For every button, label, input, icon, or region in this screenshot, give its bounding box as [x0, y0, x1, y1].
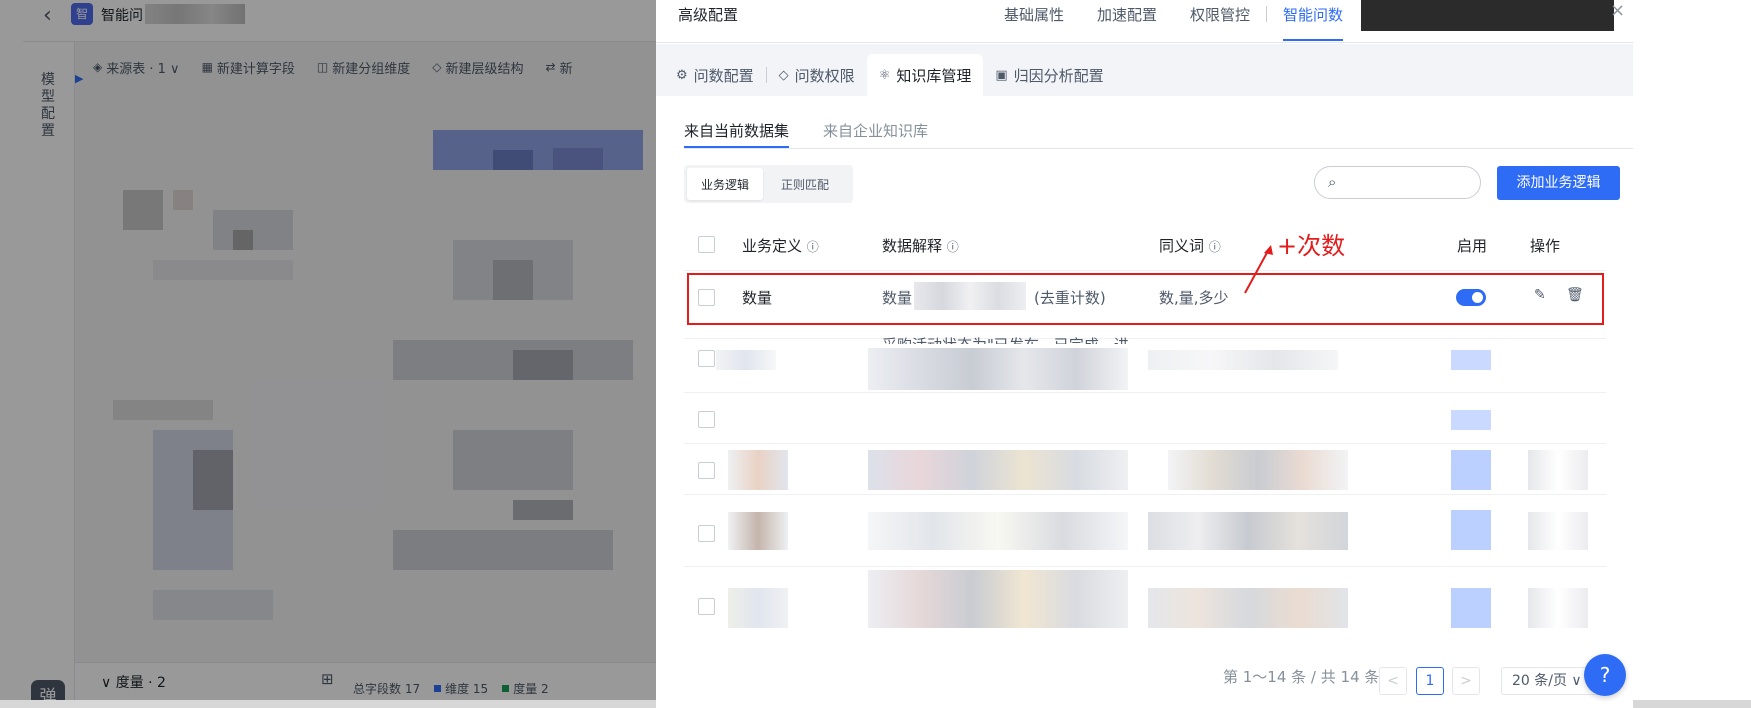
info-icon: ⓘ — [946, 240, 959, 254]
tab-basic-properties[interactable]: 基础属性 — [1004, 4, 1064, 25]
prev-page-button[interactable]: < — [1379, 667, 1407, 695]
redacted-cell — [868, 348, 1128, 390]
col-enabled: 启用 — [1457, 237, 1488, 255]
type-segmented-control: 业务逻辑 正则匹配 — [684, 165, 853, 203]
close-icon[interactable]: × — [1610, 0, 1625, 21]
redacted-toggle — [1451, 588, 1491, 628]
advanced-config-drawer: 高级配置 基础属性 加速配置 权限管控 智能问数 × ⚙ 问数配置 ◇ 问数权限 ⚛… — [656, 0, 1633, 708]
row-divider — [684, 566, 1606, 567]
redacted-cell — [868, 450, 1128, 490]
shield-icon: ◇ — [778, 67, 789, 83]
redacted-actions — [1528, 450, 1588, 490]
segment-regex[interactable]: 正则匹配 — [767, 168, 843, 200]
source-tabs-divider — [684, 148, 1633, 149]
redacted-cell — [868, 570, 1128, 628]
row-divider — [684, 392, 1606, 393]
sub-tab-qa-config[interactable]: ⚙ 问数配置 — [664, 54, 766, 96]
col-actions: 操作 — [1530, 237, 1561, 255]
col-synonyms: 同义词 ⓘ — [1159, 237, 1221, 255]
info-icon: ⓘ — [1208, 240, 1221, 254]
col-definition: 业务定义 ⓘ — [742, 237, 819, 255]
pagination-summary: 第 1～14 条 / 共 14 条 — [1223, 668, 1380, 686]
redacted-toggle — [1451, 450, 1491, 490]
qa-config-icon: ⚙ — [676, 67, 688, 83]
sub-tab-attribution[interactable]: ▣ 归因分析配置 — [983, 54, 1115, 96]
row-divider — [684, 338, 1606, 339]
redacted-actions — [1528, 512, 1588, 550]
sub-tabs: ⚙ 问数配置 ◇ 问数权限 ⚛ 知识库管理 ▣ 归因分析配置 — [664, 54, 1116, 96]
row-divider — [684, 443, 1606, 444]
search-icon: ⌕ — [1328, 173, 1337, 191]
redacted-toggle — [1451, 510, 1491, 550]
redacted-cell — [728, 450, 788, 490]
col-explanation: 数据解释 ⓘ — [882, 237, 959, 255]
select-all-checkbox[interactable] — [698, 236, 715, 253]
tab-current-dataset[interactable]: 来自当前数据集 — [684, 120, 790, 148]
row-checkbox[interactable] — [698, 525, 715, 542]
redacted-region — [1361, 0, 1614, 31]
row-checkbox[interactable] — [698, 350, 715, 367]
tab-smart-query[interactable]: 智能问数 — [1283, 4, 1344, 41]
row-checkbox[interactable] — [698, 411, 715, 428]
redacted-cell — [728, 512, 788, 550]
redacted-actions — [1528, 588, 1588, 628]
redacted-cell — [716, 350, 776, 370]
row-divider — [684, 494, 1606, 495]
help-icon[interactable]: ? — [1584, 654, 1626, 696]
redacted-cell — [1148, 512, 1348, 550]
drawer-header: 高级配置 基础属性 加速配置 权限管控 智能问数 × — [656, 0, 1633, 43]
tab-divider — [1266, 6, 1267, 22]
sub-tab-qa-permission[interactable]: ◇ 问数权限 — [767, 54, 867, 96]
redacted-toggle — [1451, 350, 1491, 370]
header-divider — [684, 270, 1606, 271]
page-1-button[interactable]: 1 — [1416, 667, 1444, 695]
tab-permissions[interactable]: 权限管控 — [1190, 4, 1250, 25]
redacted-cell — [1148, 588, 1348, 628]
add-business-logic-button[interactable]: 添加业务逻辑 — [1497, 166, 1620, 200]
attribution-icon: ▣ — [995, 67, 1008, 83]
screen: ‹ 智 智能问 模型配置 ▶ 弹 ◈ 来源表 · 1 ∨ ▦ 新建计算字段 ◫ 新建分… — [0, 0, 1751, 708]
row-checkbox[interactable] — [698, 462, 715, 479]
search-box: ⌕ — [1314, 166, 1481, 199]
row-checkbox[interactable] — [698, 598, 715, 615]
redacted-cell — [868, 512, 1128, 550]
drawer-tabs: 基础属性 加速配置 权限管控 智能问数 — [1004, 4, 1344, 41]
sub-tab-bar: ⚙ 问数配置 ◇ 问数权限 ⚛ 知识库管理 ▣ 归因分析配置 — [656, 44, 1633, 96]
redacted-toggle — [1451, 410, 1491, 430]
redacted-cell — [1168, 450, 1348, 490]
tab-enterprise-kb[interactable]: 来自企业知识库 — [823, 120, 928, 141]
source-tabs: 来自当前数据集 来自企业知识库 — [684, 120, 928, 148]
redacted-cell — [728, 588, 788, 628]
sub-tab-knowledge-base[interactable]: ⚛ 知识库管理 — [866, 54, 984, 96]
info-icon: ⓘ — [806, 240, 819, 254]
knowledge-icon: ⚛ — [878, 67, 891, 83]
segment-business-logic[interactable]: 业务逻辑 — [687, 168, 764, 200]
highlight-box — [687, 273, 1604, 325]
annotation-arrow — [1244, 245, 1273, 294]
redacted-cell — [1148, 350, 1338, 370]
annotation-text: +次数 — [1277, 232, 1346, 260]
drawer-title: 高级配置 — [678, 6, 739, 24]
tab-acceleration[interactable]: 加速配置 — [1097, 4, 1157, 25]
next-page-button[interactable]: > — [1452, 667, 1480, 695]
row-explanation-cut: 采购活动状态为"已发布、已完成、进 — [882, 334, 1129, 344]
search-input[interactable] — [1351, 172, 1471, 193]
right-margin — [1633, 0, 1751, 708]
